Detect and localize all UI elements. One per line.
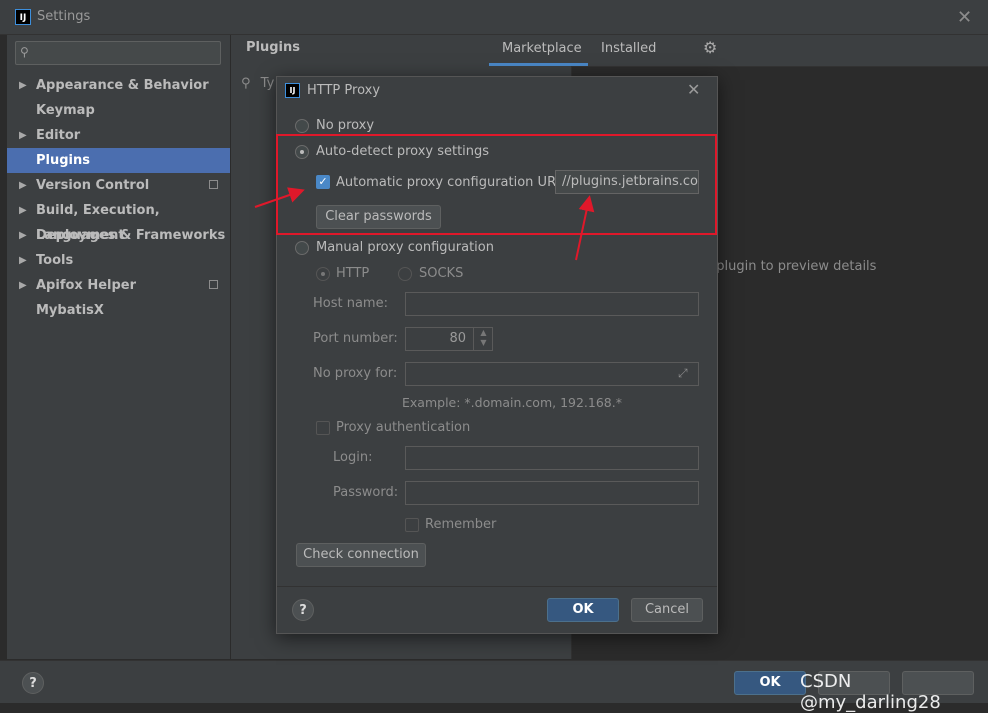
arrow-to-url-field bbox=[575, 195, 595, 261]
arrow-to-checkbox bbox=[254, 187, 305, 208]
annotation-arrows bbox=[254, 187, 595, 261]
